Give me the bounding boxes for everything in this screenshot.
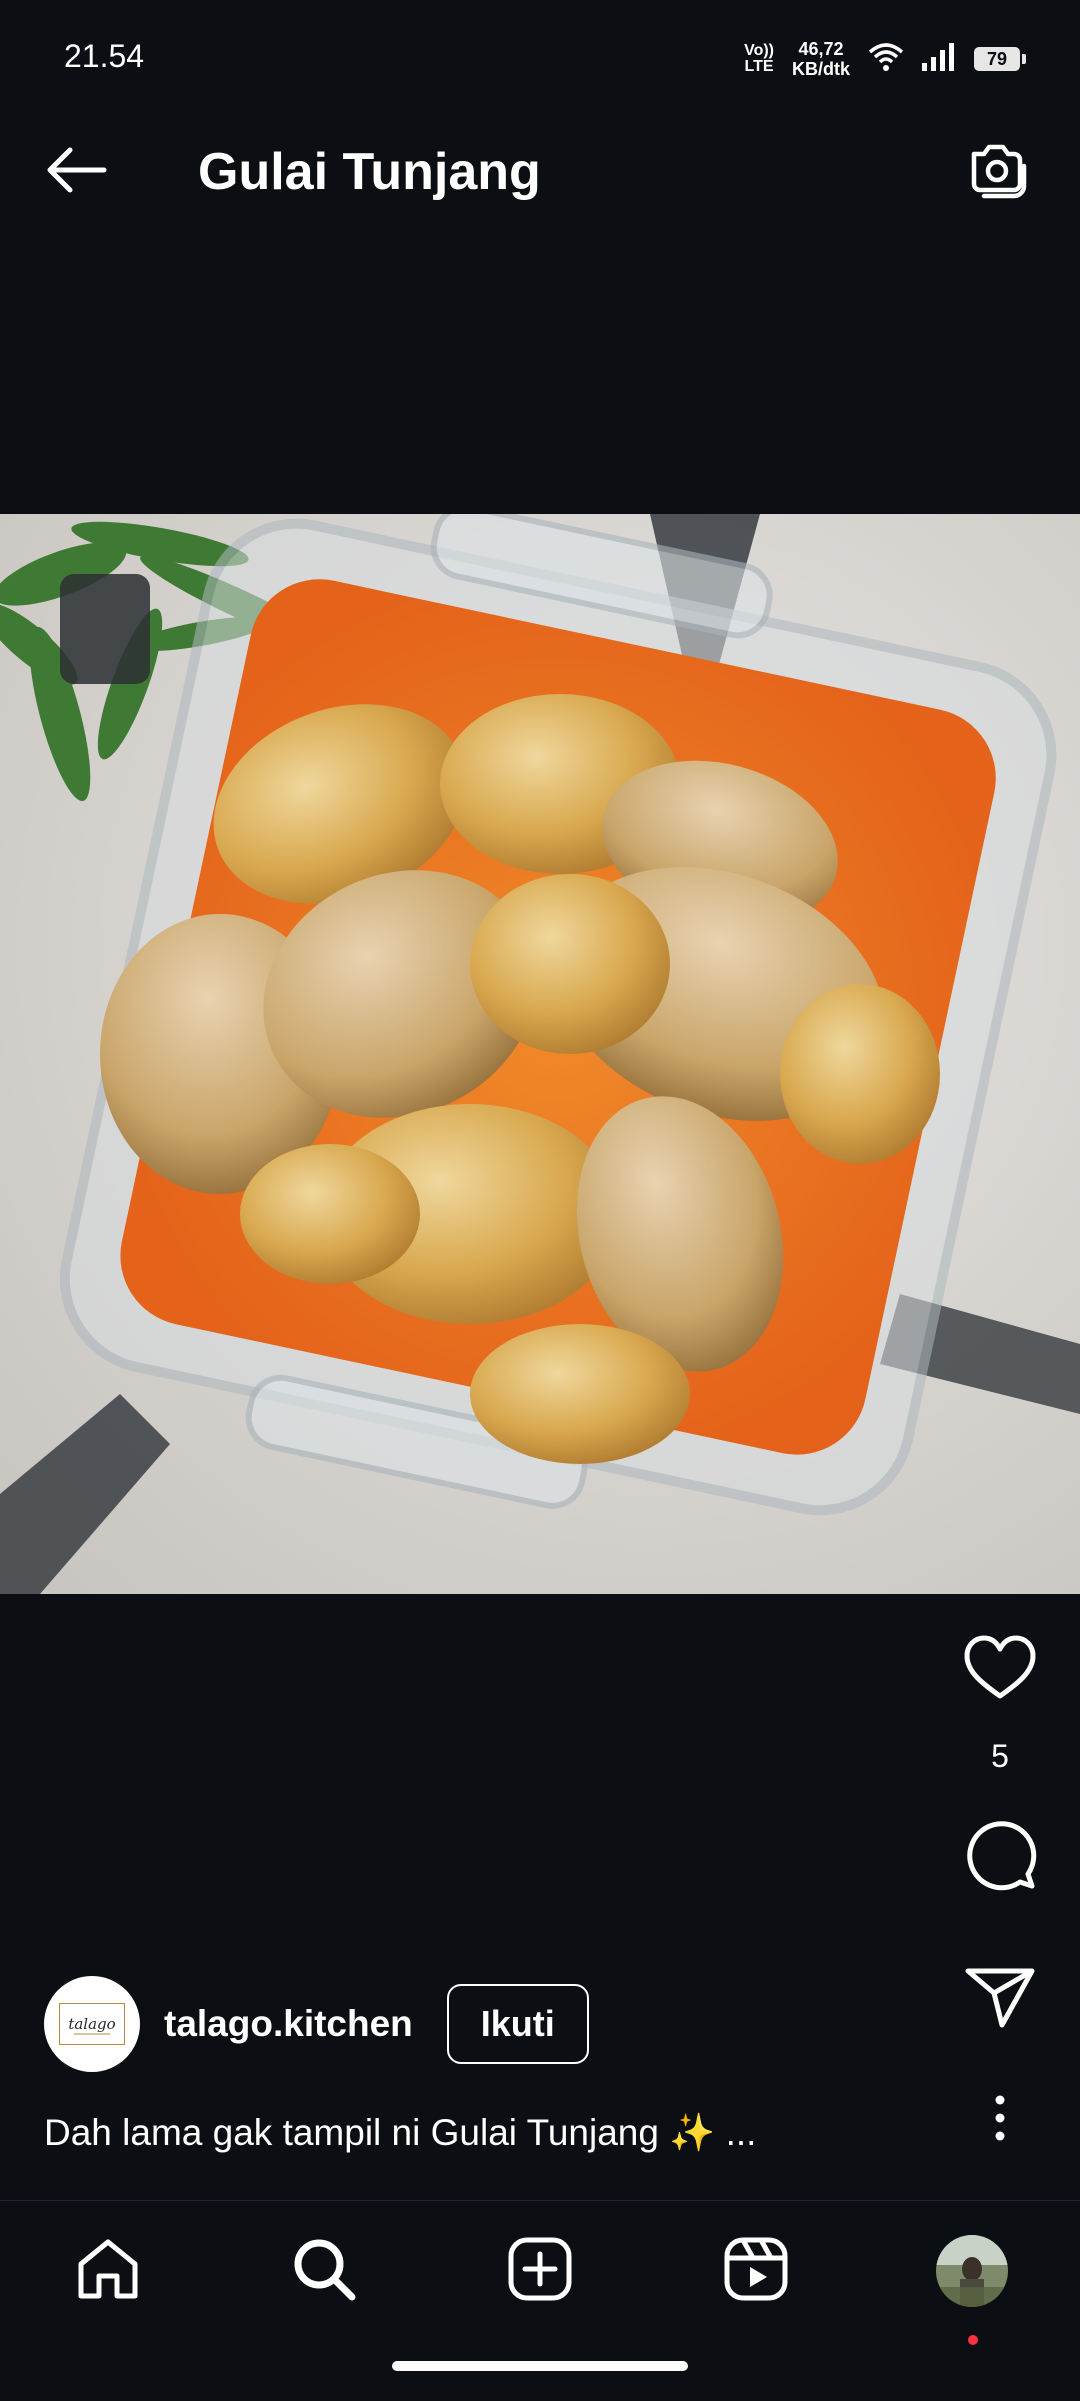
avatar-logo: talago <box>59 2003 125 2045</box>
author-username[interactable]: talago.kitchen <box>164 2003 413 2045</box>
cell-signal-icon <box>922 42 956 76</box>
comment-button[interactable] <box>960 1816 1040 1896</box>
status-indicators: Vo)) LTE 46,72 KB/dtk 79 <box>744 36 1026 82</box>
plus-square-icon <box>507 2236 573 2307</box>
paper-plane-icon <box>964 1965 1036 2036</box>
volte-bottom-text: LTE <box>744 58 774 75</box>
nav-home-button[interactable] <box>68 2231 148 2311</box>
share-button[interactable] <box>960 1960 1040 2040</box>
back-button[interactable] <box>40 136 112 208</box>
nav-search-button[interactable] <box>284 2231 364 2311</box>
bottom-navigation <box>0 2200 1080 2401</box>
nav-reels-button[interactable] <box>716 2231 796 2311</box>
post-caption[interactable]: Dah lama gak tampil ni Gulai Tunjang ✨ .… <box>44 2112 904 2155</box>
notification-dot <box>968 2335 978 2345</box>
network-speed-value: 46,72 <box>798 39 844 59</box>
status-bar: 21.54 Vo)) LTE 46,72 KB/dtk 79 <box>0 0 1080 92</box>
status-time: 21.54 <box>64 38 145 74</box>
volte-indicator: Vo)) LTE <box>744 43 774 75</box>
nav-create-button[interactable] <box>500 2231 580 2311</box>
network-speed-unit: KB/dtk <box>792 59 850 79</box>
follow-button[interactable]: Ikuti <box>446 1984 589 2064</box>
svg-text:talago: talago <box>68 2015 115 2033</box>
network-speed: 46,72 KB/dtk <box>792 39 850 79</box>
battery-indicator: 79 <box>974 47 1026 71</box>
like-button[interactable] <box>960 1630 1040 1710</box>
top-bar: Gulai Tunjang <box>0 92 1080 252</box>
arrow-left-icon <box>44 146 108 199</box>
wifi-icon <box>868 42 904 77</box>
more-vertical-icon <box>994 2094 1006 2147</box>
heart-icon <box>963 1634 1037 1707</box>
author-row: talago talago.kitchen Ikuti <box>44 1974 864 2074</box>
more-options-button[interactable] <box>960 2080 1040 2160</box>
action-rail: 5 <box>920 1620 1080 2180</box>
nav-profile-button[interactable] <box>932 2231 1012 2345</box>
search-icon <box>291 2236 357 2307</box>
like-count: 5 <box>991 1738 1009 1774</box>
page-title: Gulai Tunjang <box>198 143 541 201</box>
home-indicator[interactable] <box>392 2361 688 2371</box>
profile-avatar <box>936 2235 1008 2307</box>
home-icon <box>75 2236 141 2307</box>
camera-button[interactable] <box>960 136 1032 208</box>
comment-bubble-icon <box>962 1816 1038 1897</box>
volte-top-text: Vo)) <box>744 42 774 59</box>
reels-icon <box>723 2236 789 2307</box>
camera-icon <box>964 140 1028 205</box>
author-avatar[interactable]: talago <box>44 1976 140 2072</box>
post-image[interactable] <box>0 514 1080 1594</box>
